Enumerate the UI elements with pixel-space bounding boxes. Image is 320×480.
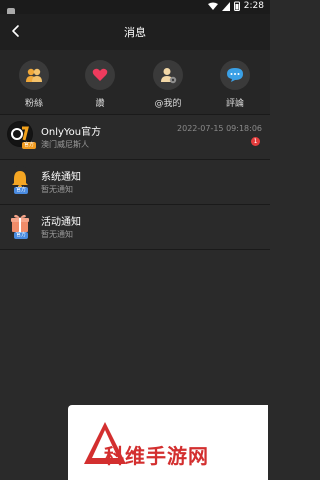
- message-subtitle: 暂无通知: [41, 185, 73, 194]
- fans-icon: [19, 60, 49, 90]
- official-tag: 官方: [14, 187, 29, 194]
- official-tag: 官方: [22, 142, 37, 149]
- status-right: 2:28: [207, 1, 264, 11]
- status-bar: 2:28: [0, 0, 270, 16]
- message-row-activity[interactable]: 官方 活动通知 暂无通知: [0, 205, 270, 249]
- message-name: 活动通知: [41, 217, 81, 228]
- quick-fans-label: 粉絲: [24, 99, 43, 109]
- watermark-text: 科维手游网: [104, 444, 209, 468]
- message-row-system[interactable]: 官方 系统通知 暂无通知: [0, 160, 270, 204]
- message-subtitle: 澳门威尼斯人: [41, 140, 89, 149]
- quick-likes[interactable]: 讚: [75, 60, 125, 109]
- message-row-official[interactable]: 官方 OnlyYou官方 澳门威尼斯人 2022-07-15 09:18:06 …: [0, 115, 270, 159]
- mention-icon: [153, 60, 183, 90]
- divider: [0, 249, 270, 250]
- top-bar: 消息: [0, 14, 270, 50]
- message-subtitle: 暂无通知: [41, 230, 73, 239]
- message-time: 2022-07-15 09:18:06: [177, 124, 262, 133]
- quick-mentions-label: @我的: [154, 99, 182, 109]
- comment-icon: [220, 60, 250, 90]
- wifi-icon: [207, 2, 218, 10]
- quick-likes-label: 讚: [95, 99, 105, 109]
- quick-fans[interactable]: 粉絲: [9, 60, 59, 109]
- status-time: 2:28: [243, 1, 264, 11]
- quick-comments[interactable]: 評論: [210, 60, 260, 109]
- quick-comments-label: 評論: [225, 99, 244, 109]
- page-title: 消息: [124, 26, 146, 39]
- unread-badge: 1: [251, 137, 260, 146]
- battery-icon: [233, 1, 240, 11]
- message-name: 系统通知: [41, 172, 81, 183]
- quick-actions: 粉絲 讚 @我的 評論: [0, 50, 270, 114]
- message-name: OnlyYou官方: [41, 127, 102, 138]
- quick-mentions[interactable]: @我的: [143, 60, 193, 109]
- heart-icon: [85, 60, 115, 90]
- signal-icon: [221, 1, 230, 11]
- official-tag: 官方: [14, 232, 29, 239]
